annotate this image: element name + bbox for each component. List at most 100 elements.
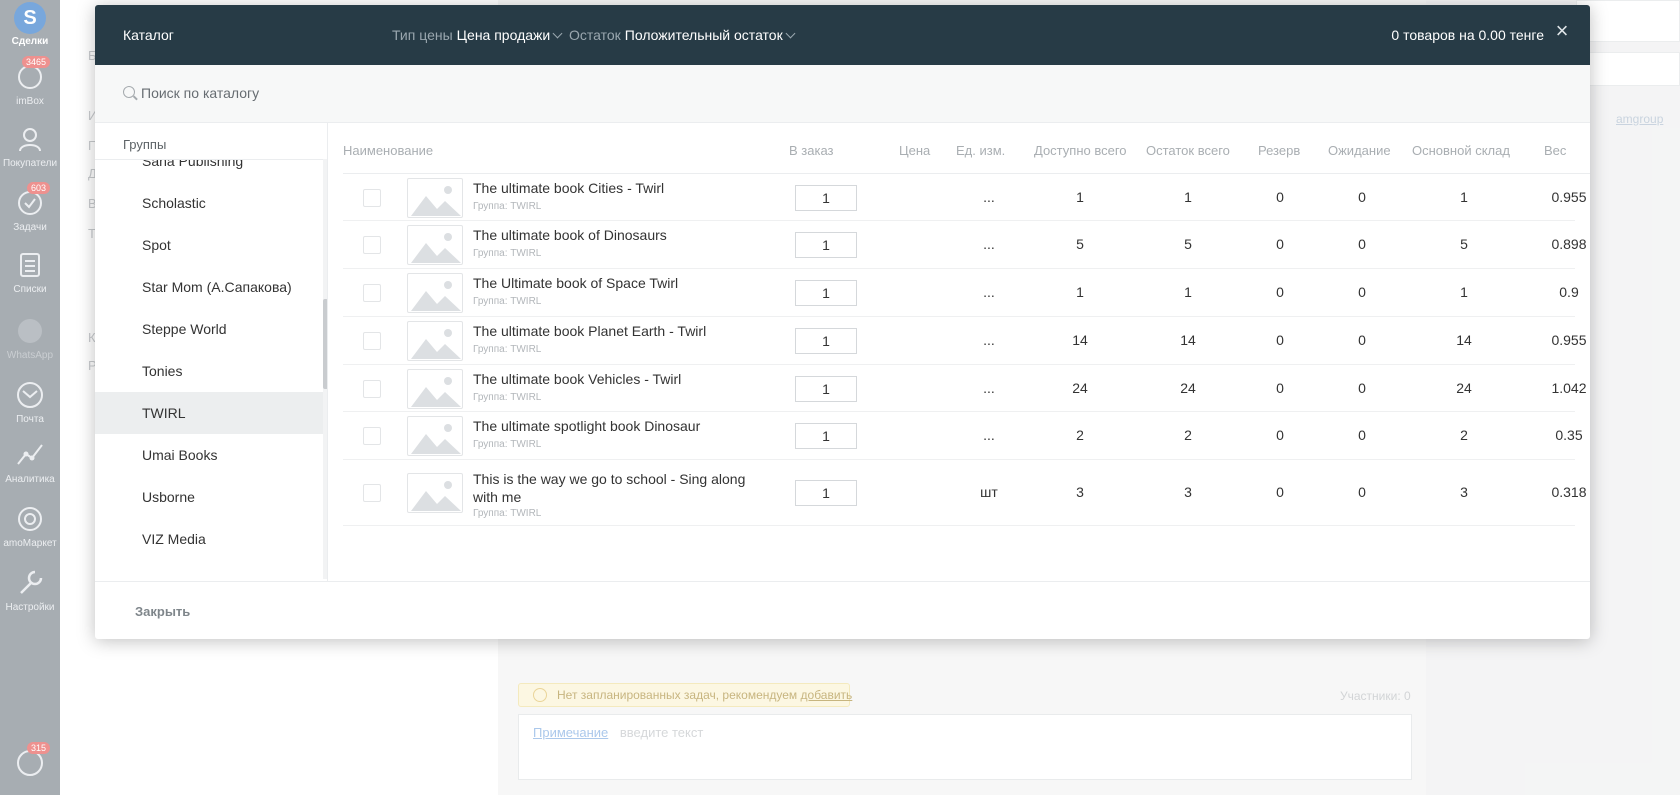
cell-reserve: 0 [1276,284,1284,300]
close-icon[interactable]: × [1550,19,1574,43]
column-header-waiting[interactable]: Ожидание [1328,143,1391,158]
cell-available: 2 [1076,427,1084,443]
column-header-reserve[interactable]: Резерв [1258,143,1300,158]
table-row: The ultimate book Vehicles - Twirl Группа… [343,365,1587,412]
groups-scrollbar[interactable] [323,159,327,579]
product-name[interactable]: The ultimate book Vehicles - Twirl [473,370,773,388]
group-item[interactable]: Steppe World [95,308,323,350]
cell-warehouse: 24 [1456,379,1472,396]
cell-reserve: 0 [1276,236,1284,252]
product-image-placeholder-icon [407,416,463,456]
product-name[interactable]: The ultimate spotlight book Dinosaur [473,417,773,435]
cell-warehouse: 14 [1456,332,1472,348]
cell-stock: 1 [1184,188,1192,205]
cell-stock: 1 [1184,284,1192,300]
cell-weight: 0.35 [1555,427,1583,443]
column-header-weight[interactable]: Вес [1544,143,1566,158]
product-group: Группа: TWIRL [473,296,542,307]
cell-warehouse: 1 [1460,188,1468,205]
cell-unit: ... [983,188,995,205]
group-item[interactable]: Tonies [95,350,323,392]
order-summary: 0 товаров на 0.00 тенге [1391,27,1544,43]
cell-weight: 0.955 [1551,188,1587,205]
search-input[interactable] [141,81,741,105]
group-item[interactable]: Star Mom (А.Сапакова) [95,266,323,308]
price-type-filter[interactable]: Тип цены Цена продажи [392,27,563,43]
group-item[interactable]: Umai Books [95,434,323,476]
group-item[interactable]: Sana Publishing [95,160,323,182]
cell-stock: 3 [1184,484,1192,500]
order-quantity-input[interactable] [795,480,857,506]
groups-list: Sana Publishing Scholastic Spot Star Mom… [95,159,323,579]
product-group: Группа: TWIRL [473,508,542,519]
order-quantity-input[interactable] [795,375,857,402]
column-header-order[interactable]: В заказ [789,143,834,158]
cell-warehouse: 5 [1460,236,1468,252]
product-name[interactable]: The ultimate book Planet Earth - Twirl [473,322,773,340]
order-quantity-input[interactable] [795,232,857,258]
product-group: Группа: TWIRL [473,439,542,450]
search-icon [123,86,135,98]
price-type-value: Цена продажи [456,27,551,43]
row-checkbox[interactable] [363,332,381,350]
column-header-unit[interactable]: Ед. изм. [956,143,1005,158]
cell-unit: ... [983,332,995,348]
cell-stock: 14 [1180,332,1196,348]
product-name[interactable]: This is the way we go to school - Sing a… [473,470,773,506]
cell-reserve: 0 [1276,332,1284,348]
cell-weight: 0.898 [1551,236,1587,252]
product-image-placeholder-icon [407,321,463,361]
order-quantity-input[interactable] [795,184,857,211]
column-header-stock[interactable]: Остаток всего [1146,143,1230,158]
row-checkbox[interactable] [363,379,381,398]
row-checkbox[interactable] [363,188,381,207]
cell-reserve: 0 [1276,484,1284,500]
groups-panel: Группы Sana Publishing Scholastic Spot S… [95,123,328,581]
cell-waiting: 0 [1358,484,1366,500]
product-group: Группа: TWIRL [473,344,542,355]
modal-header: Каталог Тип цены Цена продажи Остаток Поло… [95,5,1590,65]
table-row: The ultimate book Cities - Twirl Группа: … [343,174,1587,221]
cell-weight: 1.042 [1551,379,1587,396]
group-item[interactable]: Spot [95,224,323,266]
cell-available: 1 [1076,284,1084,300]
catalog-search [95,65,1590,123]
row-checkbox[interactable] [363,284,381,302]
cell-stock: 5 [1184,236,1192,252]
close-button[interactable]: Закрыть [135,604,190,619]
stock-filter[interactable]: Остаток Положительный остаток [569,27,796,43]
order-quantity-input[interactable] [795,280,857,306]
product-name[interactable]: The Ultimate book of Space Twirl [473,274,773,292]
scrollbar-thumb[interactable] [323,299,327,389]
cell-waiting: 0 [1358,188,1366,205]
group-item-active[interactable]: TWIRL [95,392,323,434]
product-image-placeholder-icon [407,368,463,409]
row-checkbox[interactable] [363,484,381,502]
column-header-name[interactable]: Наименование [343,143,433,158]
table-row: The Ultimate book of Space Twirl Группа: … [343,269,1579,317]
product-image-placeholder-icon [407,225,463,265]
cell-waiting: 0 [1358,379,1366,396]
group-item[interactable]: VIZ Media [95,518,323,560]
cell-warehouse: 3 [1460,484,1468,500]
row-checkbox[interactable] [363,236,381,254]
table-row: The ultimate spotlight book Dinosaur Груп… [343,412,1583,460]
column-header-warehouse[interactable]: Основной склад [1412,143,1510,158]
products-table: Наименование В заказ Цена Ед. изм. Досту… [329,123,1590,581]
order-quantity-input[interactable] [795,328,857,354]
cell-unit: ... [983,379,995,396]
order-quantity-input[interactable] [795,423,857,449]
product-image-placeholder-icon [407,473,463,513]
cell-weight: 0.318 [1551,484,1587,500]
group-item[interactable]: Scholastic [95,182,323,224]
cell-waiting: 0 [1358,427,1366,443]
column-header-price[interactable]: Цена [899,143,930,158]
row-checkbox[interactable] [363,427,381,445]
product-name[interactable]: The ultimate book of Dinosaurs [473,226,773,244]
product-name[interactable]: The ultimate book Cities - Twirl [473,179,773,197]
modal-footer: Закрыть [95,581,1590,639]
group-item[interactable]: Usborne [95,476,323,518]
cell-stock: 2 [1184,427,1192,443]
price-type-label: Тип цены [392,27,453,43]
column-header-available[interactable]: Доступно всего [1034,143,1127,158]
